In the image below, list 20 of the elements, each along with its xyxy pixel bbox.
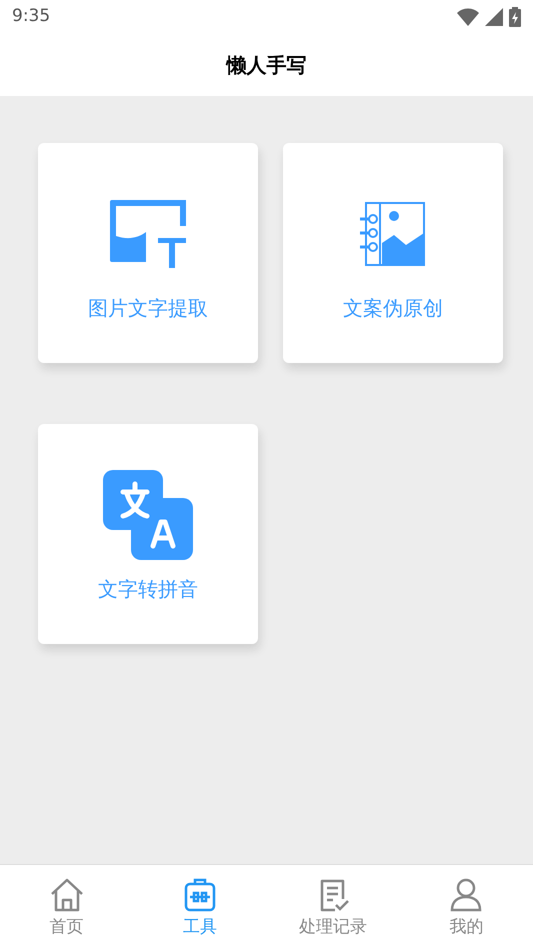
wifi-icon — [457, 8, 479, 26]
nav-tab[interactable]: 我的 — [400, 865, 533, 948]
person-icon — [448, 877, 484, 913]
nav-tab[interactable]: 首页 — [0, 865, 134, 948]
tool-label: 文字转拼音 — [98, 576, 198, 603]
battery-icon — [509, 7, 521, 27]
translate-icon — [103, 470, 193, 560]
notebook-picture-icon — [360, 201, 426, 267]
tool-label: 图片文字提取 — [88, 295, 208, 322]
page-title: 懒人手写 — [226, 52, 306, 79]
image-text-icon — [108, 198, 188, 270]
tool-card[interactable]: 图片文字提取 — [38, 143, 258, 363]
home-icon — [48, 877, 85, 913]
tool-label: 文案伪原创 — [343, 295, 443, 322]
status-time: 9:35 — [12, 5, 50, 28]
tool-card[interactable]: 文字转拼音 — [38, 424, 258, 644]
tool-card[interactable]: 文案伪原创 — [283, 143, 503, 363]
signal-icon — [485, 8, 503, 26]
nav-tab[interactable]: 处理记录 — [266, 865, 400, 948]
nav-tab[interactable]: 工具 — [133, 865, 266, 948]
